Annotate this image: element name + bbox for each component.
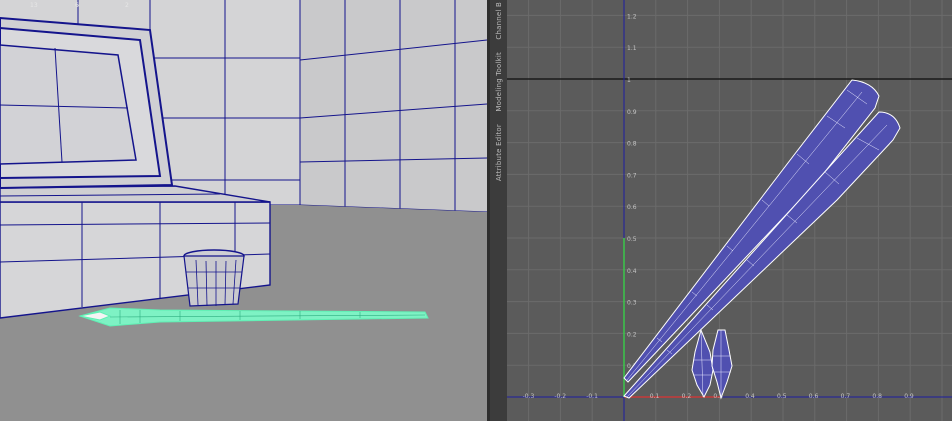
- perspective-viewport[interactable]: 13 6 2: [0, 0, 487, 421]
- tab-label: Channel B: [494, 2, 503, 40]
- u-tick-label: 0.7: [841, 393, 851, 400]
- u-tick-label: 0.8: [872, 393, 882, 400]
- v-tick-label: 1: [627, 77, 631, 84]
- v-tick-label: 1.1: [627, 45, 637, 52]
- uv-shell-pen-2: [623, 111, 901, 399]
- uv-editor-viewport[interactable]: 1.2 1.1 1 0.9 0.8 0.7 0.6 0.5 0.4 0.3 0.2 0.1 -0.3 -…: [507, 0, 952, 421]
- v-tick-label: 0.7: [627, 172, 637, 179]
- v-tick-label: 0.6: [627, 204, 637, 211]
- u-tick-label: -0.1: [586, 393, 598, 400]
- tab-label: Attribute Editor: [494, 124, 503, 182]
- u-tick-label: -0.2: [554, 393, 566, 400]
- side-tab-strip: Channel B Modeling Toolkit Attribute Edi…: [490, 0, 507, 421]
- hud-readout-1: 13: [30, 2, 38, 9]
- v-tick-label: 1.2: [627, 13, 637, 20]
- uv-grid: 1.2 1.1 1 0.9 0.8 0.7 0.6 0.5 0.4 0.3 0.2 0.1 -0.3 -…: [507, 0, 952, 421]
- v-tick-label: 0.3: [627, 300, 637, 307]
- u-tick-label: 0.4: [745, 393, 755, 400]
- tab-modeling-toolkit[interactable]: Modeling Toolkit: [490, 46, 507, 118]
- tab-label: Modeling Toolkit: [494, 52, 503, 112]
- u-tick-label: 0.1: [650, 393, 660, 400]
- uv-shell-small-2: [711, 329, 733, 400]
- scene-wireframe: [0, 0, 487, 421]
- uv-shell-small-1: [691, 328, 714, 399]
- v-tick-label: 0.9: [627, 109, 637, 116]
- u-tick-label: 0.5: [777, 393, 787, 400]
- u-tick-label: -0.3: [523, 393, 535, 400]
- tab-channel-box[interactable]: Channel B: [490, 0, 507, 42]
- v-tick-label: 0.5: [627, 236, 637, 243]
- uv-shells[interactable]: [623, 79, 901, 400]
- v-tick-label: 0.8: [627, 141, 637, 148]
- hud-readout-2: 6: [75, 2, 79, 9]
- v-tick-label: 0.4: [627, 268, 637, 275]
- u-tick-label: 0.2: [682, 393, 692, 400]
- u-tick-label: 0.9: [904, 393, 914, 400]
- hud-readout-3: 2: [125, 2, 129, 9]
- tab-attribute-editor[interactable]: Attribute Editor: [490, 122, 507, 184]
- u-tick-label: 0.6: [809, 393, 819, 400]
- v-tick-label: 0.2: [627, 331, 637, 338]
